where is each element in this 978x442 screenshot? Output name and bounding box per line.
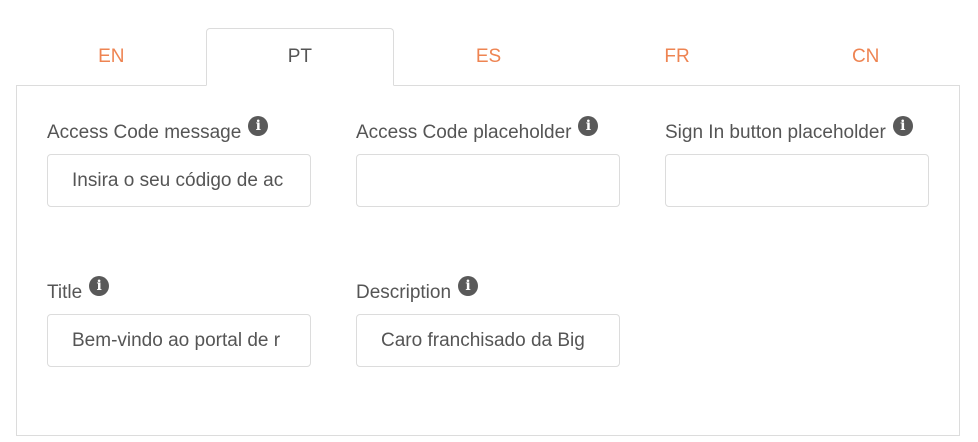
field-access-code-placeholder: Access Code placeholder i	[356, 114, 620, 207]
field-sign-in-button-placeholder: Sign In button placeholder i	[665, 114, 929, 207]
access-code-message-input[interactable]	[47, 154, 311, 207]
title-label: Title	[47, 282, 83, 303]
tab-pt[interactable]: PT	[205, 28, 395, 86]
label-row: Access Code message i	[47, 114, 311, 154]
tab-fr[interactable]: FR	[583, 28, 772, 86]
tab-en[interactable]: EN	[17, 28, 206, 86]
info-icon[interactable]: i	[892, 116, 913, 136]
sign-in-button-placeholder-input[interactable]	[665, 154, 929, 207]
info-icon[interactable]: i	[578, 116, 599, 136]
language-tabs: EN PT ES FR CN	[17, 28, 960, 86]
label-row: Sign In button placeholder i	[665, 114, 929, 154]
access-code-placeholder-input[interactable]	[356, 154, 620, 207]
title-input[interactable]	[47, 314, 311, 367]
access-code-message-label: Access Code message	[47, 122, 242, 143]
tab-panel-pt: Access Code message i Access Code placeh…	[16, 85, 960, 436]
sign-in-button-placeholder-label: Sign In button placeholder	[665, 122, 886, 143]
info-icon[interactable]: i	[248, 116, 269, 136]
label-row: Access Code placeholder i	[356, 114, 620, 154]
description-label: Description	[356, 282, 452, 303]
field-title: Title i	[47, 274, 311, 367]
info-icon[interactable]: i	[89, 276, 110, 296]
access-code-placeholder-label: Access Code placeholder	[356, 122, 572, 143]
info-icon[interactable]: i	[458, 276, 479, 296]
tab-cn[interactable]: CN	[771, 28, 960, 86]
description-input[interactable]	[356, 314, 620, 367]
label-row: Description i	[356, 274, 620, 314]
field-access-code-message: Access Code message i	[47, 114, 311, 207]
label-row: Title i	[47, 274, 311, 314]
tab-es[interactable]: ES	[394, 28, 583, 86]
field-description: Description i	[356, 274, 620, 367]
